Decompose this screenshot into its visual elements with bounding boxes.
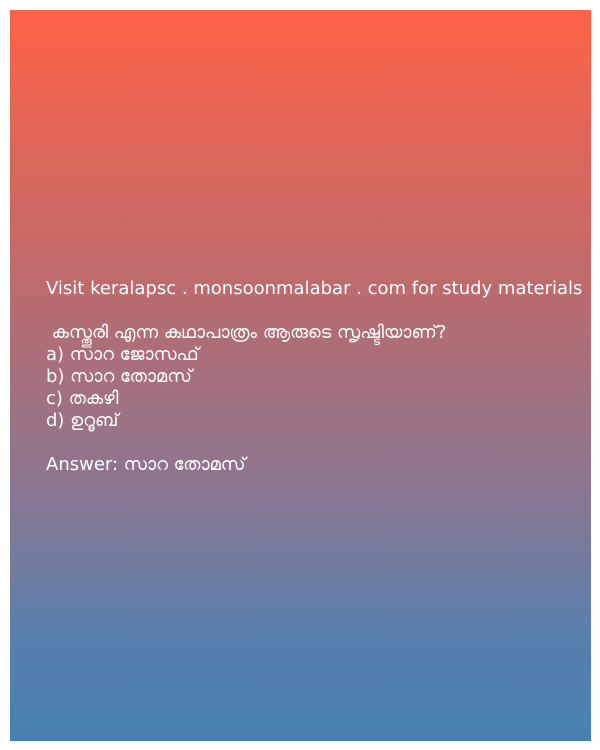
option-c: c) തകഴി [46, 388, 119, 409]
quiz-content: Visit keralapsc . monsoonmalabar . com f… [46, 278, 586, 476]
option-d: d) ഉറൂബ് [46, 410, 119, 431]
question-text: കസ്തൂരി എന്ന കഥാപാത്രം ആരുടെ സൃഷ്ടിയാണ്? [46, 322, 447, 343]
promo-text: Visit keralapsc . monsoonmalabar . com f… [46, 278, 583, 299]
quiz-card: Visit keralapsc . monsoonmalabar . com f… [10, 10, 591, 741]
option-b: b) സാറ തോമസ് [46, 366, 192, 387]
answer-text: Answer: സാറ തോമസ് [46, 454, 246, 475]
option-a: a) സാറ ജോസഫ് [46, 344, 199, 365]
